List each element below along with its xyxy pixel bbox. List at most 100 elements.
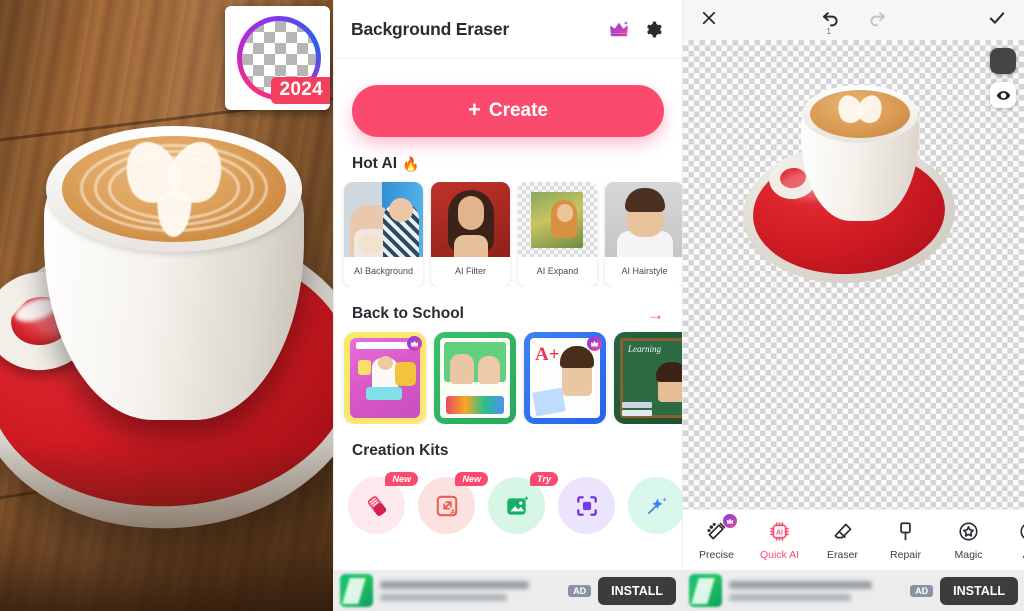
card-thumbnail [605, 182, 682, 257]
kit-eraser[interactable]: New [348, 472, 418, 534]
magic-wand-icon [647, 496, 667, 514]
kit-ai-resize[interactable]: New AI [418, 472, 488, 534]
crop-focus-icon [576, 495, 597, 516]
cutout-latte-surface [810, 90, 910, 138]
ad-banner[interactable]: AD INSTALL [334, 570, 682, 611]
gear-icon[interactable] [640, 16, 666, 42]
hot-ai-card-ai-background[interactable]: AI Background [344, 182, 423, 287]
template-card[interactable] [344, 332, 426, 424]
template-card[interactable]: A+ [524, 332, 606, 424]
card-thumbnail [344, 182, 423, 257]
photo-preview-pane: 2024 [0, 0, 333, 611]
star-badge-icon [957, 520, 980, 544]
eye-icon [996, 90, 1010, 100]
tool-auto[interactable]: Au [1000, 520, 1024, 561]
app-icon-year-badge: 2024 [270, 77, 330, 104]
kit-crop-focus[interactable] [558, 477, 615, 534]
back-to-school-row[interactable]: A+ Learning [334, 332, 682, 424]
hot-ai-card-ai-hairstyle[interactable]: AI Hairstyle [605, 182, 682, 287]
editor-pane: 1 Precise AI Quick AI Eraser Repair Magi… [683, 0, 1024, 611]
hot-ai-card-ai-expand[interactable]: AI Expand [518, 182, 597, 287]
eraser-icon [367, 495, 386, 516]
kit-magic-wand[interactable] [628, 477, 682, 534]
cutout-subject-image[interactable] [735, 75, 960, 290]
card-label: AI Expand [536, 265, 579, 276]
card-label: AI Background [353, 265, 414, 276]
chevron-right-icon[interactable]: → [647, 306, 664, 323]
template-card[interactable]: Learning [614, 332, 682, 424]
create-button-label: Create [488, 100, 548, 121]
app-header: Background Eraser [334, 0, 682, 58]
ad-banner[interactable]: AD INSTALL [683, 570, 1024, 611]
section-header-hot-ai: Hot AI 🔥 [334, 137, 682, 182]
editor-top-bar: 1 [683, 0, 1024, 40]
photo-enhance-icon [506, 495, 529, 515]
undo-icon[interactable]: 1 [820, 7, 841, 36]
ad-install-button[interactable]: INSTALL [598, 576, 676, 605]
card-thumbnail [431, 182, 510, 257]
undo-redo-group: 1 [820, 0, 888, 40]
tool-precise[interactable]: Precise [685, 513, 748, 561]
confirm-check-icon[interactable] [987, 8, 1007, 33]
kit-badge: New [385, 472, 418, 486]
undo-count-badge: 1 [826, 27, 831, 36]
preview-eye-button[interactable] [990, 82, 1016, 108]
tool-label: Magic [954, 548, 983, 561]
close-icon[interactable] [700, 9, 718, 32]
app-home-pane: Background Eraser + Create Hot AI 🔥 AI B… [333, 0, 683, 611]
card-label: AI Hairstyle [621, 265, 668, 276]
color-swatch-button[interactable] [990, 48, 1016, 74]
creation-kits-row[interactable]: New New AI Try [334, 469, 682, 534]
cutout-latte-art [838, 95, 882, 127]
plus-icon: + [467, 97, 481, 122]
section-title: Hot AI [352, 155, 398, 172]
hot-ai-row[interactable]: AI Background AI Filter AI Expand AI Hai… [334, 182, 682, 287]
section-header-back-to-school: Back to School → [334, 287, 682, 332]
ad-install-button[interactable]: INSTALL [940, 576, 1018, 605]
premium-badge [587, 336, 602, 351]
kit-badge: New [455, 472, 488, 486]
editor-tool-bar[interactable]: Precise AI Quick AI Eraser Repair Magic [683, 509, 1024, 570]
tool-label: Precise [698, 548, 734, 561]
redo-icon[interactable] [867, 7, 888, 33]
kit-badge: Try [530, 472, 558, 486]
tool-label: Repair [890, 548, 921, 561]
section-header-creation-kits: Creation Kits [334, 424, 682, 469]
create-button[interactable]: + Create [352, 85, 664, 137]
repair-pen-icon [894, 520, 917, 544]
svg-text:AI: AI [450, 507, 457, 515]
ad-label: AD [568, 584, 592, 597]
ad-app-icon [689, 574, 722, 607]
section-title: Creation Kits [352, 442, 449, 459]
eraser-icon [831, 520, 854, 544]
ai-chip-icon: AI [768, 520, 791, 544]
ad-label: AD [910, 584, 934, 597]
ad-text-block [380, 580, 561, 601]
star-badge-icon [1018, 520, 1024, 544]
tool-eraser[interactable]: Eraser [811, 520, 874, 561]
screenshot-root: 2024 Background Eraser + Create Hot AI 🔥… [0, 0, 1024, 611]
header-divider [334, 58, 682, 59]
premium-badge [723, 513, 737, 528]
kit-photo-enhance[interactable]: Try [488, 472, 558, 534]
card-thumbnail [518, 182, 597, 257]
hot-ai-card-ai-filter[interactable]: AI Filter [431, 182, 510, 287]
tool-magic[interactable]: Magic [937, 520, 1000, 561]
tool-quick-ai[interactable]: AI Quick AI [748, 520, 811, 561]
tool-label: Eraser [827, 548, 858, 561]
flame-icon: 🔥 [402, 155, 420, 172]
ad-app-icon [340, 574, 373, 607]
premium-badge [407, 336, 422, 351]
editor-canvas[interactable] [683, 40, 1024, 560]
section-title: Back to School [352, 305, 464, 322]
svg-text:AI: AI [776, 529, 783, 536]
card-label: AI Filter [454, 265, 486, 276]
tool-repair[interactable]: Repair [874, 520, 937, 561]
table-shadow-gradient [0, 441, 333, 611]
template-card[interactable] [434, 332, 516, 424]
latte-surface [62, 136, 286, 242]
ad-text-block [729, 580, 903, 601]
crown-icon[interactable] [606, 16, 632, 42]
app-icon-overlay: 2024 [225, 6, 330, 110]
canvas-side-controls [990, 48, 1016, 108]
